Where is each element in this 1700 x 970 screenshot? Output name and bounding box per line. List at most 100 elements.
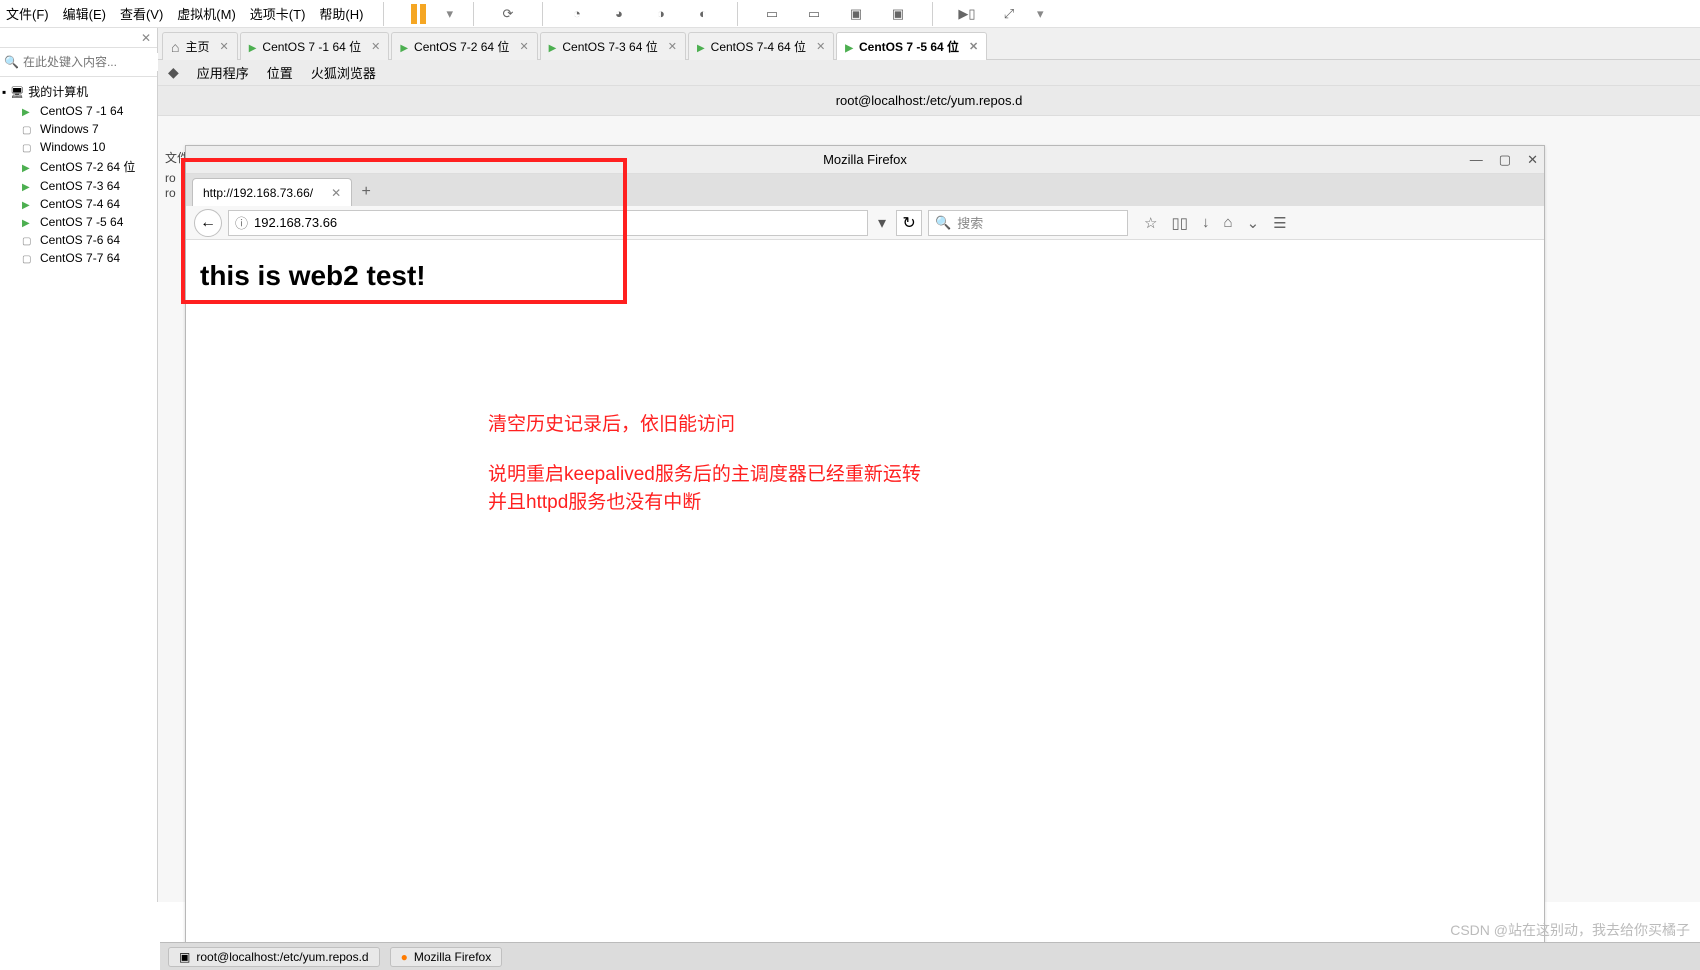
firefox-page-content: this is web2 test! — [186, 240, 1544, 944]
annotation-text-3: 并且httpd服务也没有中断 — [488, 488, 701, 518]
menu-hamburger-icon[interactable]: ☰ — [1273, 214, 1286, 232]
view-unity-button[interactable]: ▣ — [842, 0, 870, 28]
vmware-tab[interactable]: 主页✕ — [162, 32, 238, 60]
tab-close-icon[interactable]: ✕ — [371, 40, 380, 53]
sidebar-item-vm[interactable]: CentOS 7 -1 64 — [2, 102, 155, 120]
vmware-menubar: 文件(F) 编辑(E) 查看(V) 虚拟机(M) 选项卡(T) 帮助(H) ▾ … — [0, 0, 1700, 28]
sidebar-close-icon[interactable]: ✕ — [141, 31, 151, 45]
sidebar-item-label: CentOS 7-6 64 — [40, 233, 120, 247]
menu-tabs[interactable]: 选项卡(T) — [250, 4, 306, 23]
snapshot-manager-button[interactable]: ◑ — [647, 0, 675, 28]
home-icon[interactable]: ⌂ — [1224, 214, 1233, 232]
sidebar-item-label: Windows 7 — [40, 122, 99, 136]
firefox-tab-close-icon[interactable]: ✕ — [331, 186, 341, 200]
separator — [737, 2, 738, 26]
gnome-menu-icon[interactable]: ◆ — [168, 64, 179, 81]
tab-close-icon[interactable]: ✕ — [816, 40, 825, 53]
vmware-tab[interactable]: CentOS 7-4 64 位 ✕ — [688, 32, 834, 60]
back-button[interactable]: ← — [194, 209, 222, 237]
menu-file[interactable]: 文件(F) — [6, 4, 49, 23]
tab-label: CentOS 7-4 64 位 — [711, 38, 806, 55]
view-console-button[interactable]: ▣ — [884, 0, 912, 28]
vm-running-icon — [22, 160, 36, 174]
sidebar-item-vm[interactable]: CentOS 7-7 64 — [2, 249, 155, 267]
tab-close-icon[interactable]: ✕ — [668, 40, 677, 53]
sidebar-item-vm[interactable]: Windows 7 — [2, 120, 155, 138]
taskbar-item-firefox[interactable]: ● Mozilla Firefox — [390, 947, 503, 967]
firefox-titlebar[interactable]: Mozilla Firefox ― ▢ ✕ — [186, 146, 1544, 174]
menu-vm[interactable]: 虚拟机(M) — [177, 4, 236, 23]
close-button[interactable]: ✕ — [1527, 152, 1538, 168]
snapshot-revert-button[interactable]: ◕ — [605, 0, 633, 28]
send-ctrl-alt-del-button[interactable]: ⟳ — [494, 0, 522, 28]
vm-off-icon — [22, 140, 36, 154]
gnome-places[interactable]: 位置 — [267, 63, 293, 82]
sidebar-item-label: CentOS 7-2 64 位 — [40, 158, 135, 175]
vmware-tabs: 主页✕CentOS 7 -1 64 位✕CentOS 7-2 64 位✕Cent… — [158, 28, 1700, 60]
sidebar-item-vm[interactable]: CentOS 7-3 64 — [2, 177, 155, 195]
info-icon[interactable]: ⓘ — [235, 213, 248, 232]
search-box[interactable]: 🔍 搜索 — [928, 210, 1128, 236]
vmware-tab[interactable]: CentOS 7 -1 64 位 ✕ — [240, 32, 390, 60]
search-icon: 🔍 — [4, 55, 19, 69]
vmware-tab[interactable]: CentOS 7-3 64 位 ✕ — [540, 32, 686, 60]
terminal-titlebar: root@localhost:/etc/yum.repos.d — [158, 86, 1700, 116]
tab-label: CentOS 7-3 64 位 — [562, 38, 657, 55]
url-bar[interactable]: ⓘ 192.168.73.66 — [228, 210, 868, 236]
firefox-icon: ● — [401, 950, 408, 964]
sidebar-item-vm[interactable]: CentOS 7-4 64 — [2, 195, 155, 213]
menu-edit[interactable]: 编辑(E) — [63, 4, 106, 23]
vm-running-icon — [22, 197, 36, 211]
bookmarks-icon[interactable]: ▯▯ — [1171, 214, 1188, 232]
sidebar-item-vm[interactable]: CentOS 7-2 64 位 — [2, 156, 155, 177]
sidebar-item-vm[interactable]: CentOS 7 -5 64 — [2, 213, 155, 231]
tab-label: CentOS 7 -1 64 位 — [262, 38, 361, 55]
watermark-text: CSDN @站在这别动，我去给你买橘子 — [1450, 920, 1690, 940]
vmware-tab[interactable]: CentOS 7-2 64 位 ✕ — [391, 32, 537, 60]
firefox-tab[interactable]: http://192.168.73.66/ ✕ — [192, 178, 352, 206]
annotation-text-1: 清空历史记录后，依旧能访问 — [488, 410, 735, 440]
firefox-newtab-button[interactable]: + — [352, 178, 380, 206]
pause-dropdown-icon[interactable]: ▾ — [446, 6, 453, 22]
search-placeholder: 搜索 — [957, 213, 983, 232]
reload-button[interactable]: ↻ — [896, 210, 922, 236]
view-thumb-button[interactable]: ▭ — [800, 0, 828, 28]
pause-button[interactable] — [404, 0, 432, 28]
menu-help[interactable]: 帮助(H) — [319, 4, 363, 23]
gnome-taskbar: ▣ root@localhost:/etc/yum.repos.d ● Mozi… — [160, 942, 1700, 970]
url-dropdown-icon[interactable]: ▾ — [874, 213, 890, 233]
fullscreen-button[interactable]: ▶▯ — [953, 0, 981, 28]
vmware-tab[interactable]: CentOS 7 -5 64 位✕ — [836, 32, 987, 60]
maximize-button[interactable]: ▢ — [1499, 152, 1511, 168]
firefox-navbar: ← ⓘ 192.168.73.66 ▾ ↻ 🔍 搜索 ☆ ▯▯ ↓ ⌂ ⌄ ☰ — [186, 206, 1544, 240]
taskbar-item-terminal[interactable]: ▣ root@localhost:/etc/yum.repos.d — [168, 947, 380, 967]
downloads-icon[interactable]: ↓ — [1202, 214, 1210, 232]
terminal-icon: ▣ — [179, 950, 190, 964]
menu-view[interactable]: 查看(V) — [120, 4, 163, 23]
partial-label: ro — [165, 186, 176, 200]
tree-root[interactable]: ▪ 我的计算机 — [2, 81, 155, 102]
search-engine-icon: 🔍 — [935, 215, 951, 231]
tab-label: CentOS 7-2 64 位 — [414, 38, 509, 55]
sidebar-item-vm[interactable]: Windows 10 — [2, 138, 155, 156]
vm-running-icon — [400, 40, 408, 54]
tab-close-icon[interactable]: ✕ — [219, 40, 228, 53]
capture-button[interactable]: ◐ — [689, 0, 717, 28]
gnome-firefox[interactable]: 火狐浏览器 — [311, 63, 376, 82]
vm-running-icon — [549, 40, 557, 54]
stretch-button[interactable]: ⤢ — [995, 0, 1023, 28]
tab-close-icon[interactable]: ✕ — [969, 40, 978, 53]
collapse-icon[interactable]: ▪ — [2, 85, 6, 99]
vm-tree: ▪ 我的计算机 CentOS 7 -1 64 Windows 7 Windows 1… — [0, 77, 157, 271]
snapshot-button[interactable]: ◔ — [563, 0, 591, 28]
sidebar-item-vm[interactable]: CentOS 7-6 64 — [2, 231, 155, 249]
bookmark-star-icon[interactable]: ☆ — [1144, 214, 1157, 232]
minimize-button[interactable]: ― — [1470, 152, 1483, 168]
terminal-title-text: root@localhost:/etc/yum.repos.d — [836, 93, 1023, 108]
pocket-icon[interactable]: ⌄ — [1247, 214, 1260, 232]
view-single-button[interactable]: ▭ — [758, 0, 786, 28]
gnome-applications[interactable]: 应用程序 — [197, 63, 249, 82]
tab-close-icon[interactable]: ✕ — [519, 40, 528, 53]
separator — [383, 2, 384, 26]
stretch-dropdown-icon[interactable]: ▾ — [1037, 6, 1044, 22]
